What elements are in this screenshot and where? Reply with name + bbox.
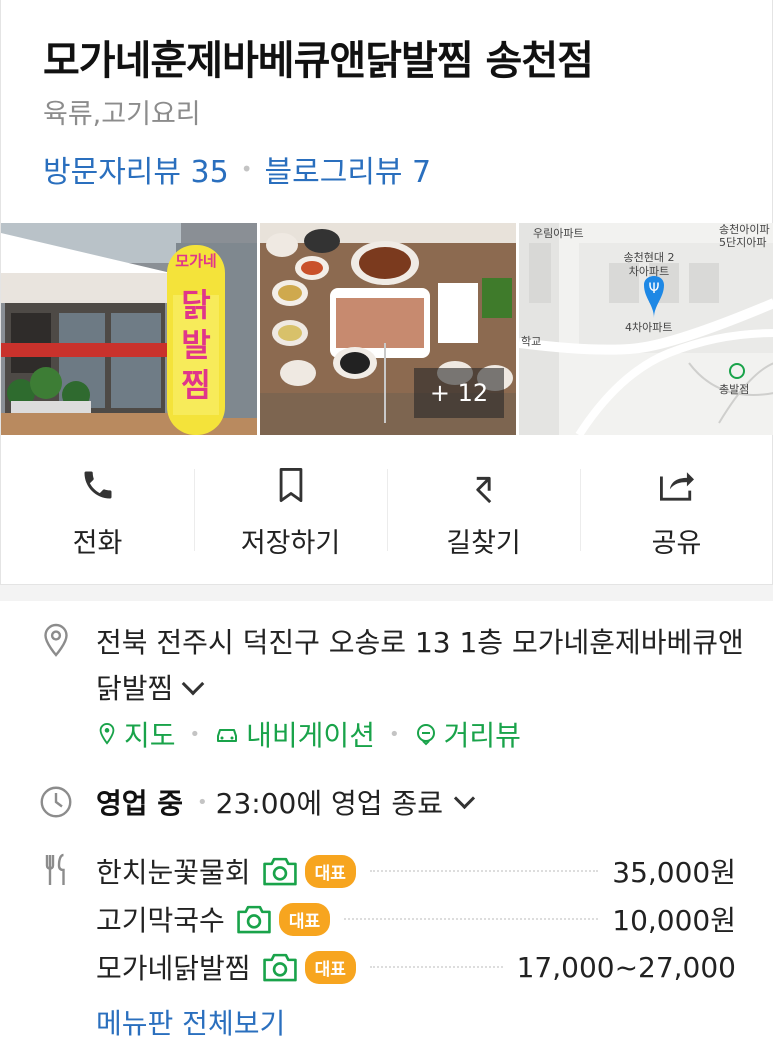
storefront-sign: 닭발찜 bbox=[181, 286, 211, 404]
camera-icon bbox=[237, 905, 271, 934]
place-header-card: 모가네훈제바베큐앤닭발찜 송천점 육류,고기요리 방문자리뷰 35 • 블로그리… bbox=[0, 0, 773, 585]
separator-dot: • bbox=[189, 723, 201, 745]
menu-list: 한치눈꽃물회 대표 35,000원 고기막국수 대표 10,000원 모가네닭발… bbox=[96, 847, 736, 991]
car-icon bbox=[217, 729, 238, 742]
camera-icon bbox=[262, 857, 297, 886]
photo-strip: 모가네 닭발찜 + 12 Ψ 우림아파트 송천아이파 5단지아파 송천현대 2차… bbox=[1, 223, 773, 435]
map-thumbnail[interactable]: Ψ 우림아파트 송천아이파 5단지아파 송천현대 2차아파트 4차아파트 학교 … bbox=[519, 223, 773, 435]
map-label: 송천현대 2차아파트 bbox=[623, 251, 675, 278]
visitor-review-link[interactable]: 방문자리뷰 35 bbox=[43, 147, 229, 191]
menu-item-name: 고기막국수 bbox=[96, 904, 225, 937]
separator-dot: • bbox=[197, 791, 208, 813]
address-row[interactable]: 전북 전주시 덕진구 오송로 13 1층 모가네훈제바베큐앤닭발찜 bbox=[96, 620, 746, 712]
closing-time: 23:00에 영업 종료 bbox=[215, 787, 443, 820]
action-bar: 전화 저장하기 길찾기 공유 bbox=[1, 437, 773, 585]
address-links: 지도 • 내비게이션 • 거리뷰 bbox=[96, 714, 521, 754]
clock-icon bbox=[40, 786, 72, 818]
map-label: 우림아파트 bbox=[533, 227, 584, 240]
fork-knife-icon bbox=[45, 853, 65, 885]
more-photos-count[interactable]: + 12 bbox=[414, 368, 504, 418]
share-button[interactable]: 공유 bbox=[580, 437, 773, 585]
separator-dot: • bbox=[240, 157, 253, 181]
map-pin-icon bbox=[99, 722, 115, 745]
call-label: 전화 bbox=[72, 528, 123, 559]
section-divider bbox=[0, 585, 773, 601]
menu-item-price: 35,000원 bbox=[612, 856, 736, 889]
business-status: 영업 중 bbox=[96, 787, 184, 820]
map-label: 4차아파트 bbox=[625, 321, 673, 334]
menu-item[interactable]: 한치눈꽃물회 대표 35,000원 bbox=[96, 847, 736, 895]
map-label: 학교 bbox=[521, 335, 542, 348]
navigation-link-label: 내비게이션 bbox=[246, 719, 375, 752]
share-icon bbox=[657, 465, 697, 505]
menu-item-name: 모가네닭발찜 bbox=[96, 952, 251, 985]
map-label: 총발점 bbox=[719, 383, 750, 396]
save-button[interactable]: 저장하기 bbox=[194, 437, 387, 585]
directions-label: 길찾기 bbox=[446, 528, 521, 559]
menu-item-price: 17,000~27,000 bbox=[516, 950, 736, 984]
navigation-link[interactable]: 내비게이션 bbox=[214, 714, 375, 754]
storefront-sign-small: 모가네 bbox=[175, 252, 217, 270]
blog-review-link[interactable]: 블로그리뷰 7 bbox=[265, 147, 432, 191]
menu-item-name: 한치눈꽃물회 bbox=[96, 856, 251, 889]
signature-badge: 대표 bbox=[304, 854, 356, 888]
street-view-link[interactable]: 거리뷰 bbox=[414, 714, 521, 754]
menu-item[interactable]: 고기막국수 대표 10,000원 bbox=[96, 895, 736, 943]
place-category: 육류,고기요리 bbox=[43, 99, 201, 130]
phone-icon bbox=[78, 465, 118, 505]
food-photo[interactable]: + 12 bbox=[260, 223, 516, 435]
directions-icon bbox=[464, 465, 504, 505]
bookmark-icon bbox=[271, 465, 311, 505]
storefront-photo[interactable]: 모가네 닭발찜 bbox=[1, 223, 257, 435]
street-view-link-label: 거리뷰 bbox=[443, 719, 521, 752]
dotted-leader bbox=[344, 918, 599, 920]
map-link-label: 지도 bbox=[124, 719, 176, 752]
separator-dot: • bbox=[388, 723, 400, 745]
view-full-menu-link[interactable]: 메뉴판 전체보기 bbox=[96, 1002, 285, 1042]
map-label: 송천아이파 5단지아파 bbox=[719, 223, 770, 249]
location-pin-icon bbox=[44, 623, 68, 657]
place-title: 모가네훈제바베큐앤닭발찜 송천점 bbox=[43, 38, 594, 84]
dotted-leader bbox=[369, 966, 503, 968]
share-label: 공유 bbox=[651, 528, 702, 559]
chevron-down-icon[interactable] bbox=[453, 787, 476, 809]
signature-badge: 대표 bbox=[278, 902, 331, 936]
signature-badge: 대표 bbox=[304, 950, 356, 984]
call-button[interactable]: 전화 bbox=[1, 437, 194, 585]
menu-item-price: 10,000원 bbox=[612, 904, 736, 937]
camera-icon bbox=[262, 953, 297, 982]
review-links: 방문자리뷰 35 • 블로그리뷰 7 bbox=[43, 147, 431, 191]
business-hours-row[interactable]: 영업 중 • 23:00에 영업 종료 bbox=[96, 782, 476, 822]
svg-text:Ψ: Ψ bbox=[648, 281, 659, 297]
map-link[interactable]: 지도 bbox=[96, 714, 176, 754]
chevron-down-icon[interactable] bbox=[181, 672, 205, 696]
street-view-icon bbox=[416, 724, 435, 746]
save-label: 저장하기 bbox=[240, 528, 341, 559]
directions-button[interactable]: 길찾기 bbox=[387, 437, 580, 585]
dotted-leader bbox=[369, 870, 599, 872]
menu-item[interactable]: 모가네닭발찜 대표 17,000~27,000 bbox=[96, 943, 736, 991]
